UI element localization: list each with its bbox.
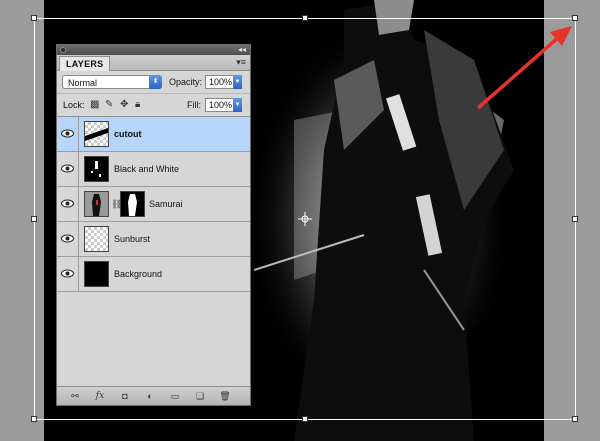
blend-mode-value: Normal [68, 78, 98, 88]
tab-layers[interactable]: LAYERS [59, 56, 111, 71]
layer-thumbnail [84, 226, 109, 252]
collapse-icon[interactable]: ◂◂ [238, 45, 246, 55]
transform-handle-bottom-center[interactable] [302, 416, 308, 422]
visibility-toggle[interactable] [57, 187, 79, 221]
transform-handle-bottom-left[interactable] [31, 416, 37, 422]
layer-row-black-and-white[interactable]: Black and White [57, 152, 250, 187]
layer-name: Sunburst [114, 234, 151, 244]
lock-transparency-icon[interactable]: ▩ [90, 99, 99, 111]
transform-handle-middle-left[interactable] [31, 216, 37, 222]
eye-icon [61, 199, 74, 208]
lock-paint-icon[interactable]: ✎ [105, 99, 113, 111]
lock-fill-row: Lock: ▩ ✎ ✥ 🔒︎ Fill: 100% ▼ [57, 94, 250, 117]
layer-thumbnail [84, 121, 109, 147]
fx-icon[interactable]: fx [94, 390, 106, 402]
layer-row-cutout[interactable]: cutout [57, 117, 250, 152]
transform-handle-top-center[interactable] [302, 15, 308, 21]
lock-all-icon[interactable]: 🔒︎ [135, 99, 140, 111]
adjustment-icon[interactable]: ◐ [144, 390, 156, 402]
eye-icon [61, 269, 74, 278]
panel-menu-icon[interactable]: ▾≡ [236, 57, 246, 68]
opacity-value: 100% [209, 77, 233, 87]
lock-position-icon[interactable]: ✥ [120, 99, 128, 111]
link-layers-icon[interactable]: ⚯ [69, 390, 81, 402]
transform-handle-top-right[interactable] [572, 15, 578, 21]
fill-field[interactable]: 100% ▼ [205, 98, 242, 112]
transform-handle-middle-right[interactable] [572, 216, 578, 222]
layer-thumbnail [84, 156, 109, 182]
layer-name: Background [114, 269, 163, 279]
layer-name: cutout [114, 129, 142, 139]
updown-arrow-icon: ⬍ [149, 75, 162, 89]
panel-tab-row: LAYERS ▾≡ [57, 55, 250, 71]
fill-value: 100% [209, 100, 233, 110]
visibility-toggle[interactable] [57, 257, 79, 291]
transform-handle-bottom-right[interactable] [572, 416, 578, 422]
layer-mask-thumbnail[interactable] [120, 191, 145, 217]
layer-thumbnail [84, 191, 109, 217]
layers-panel: ◂◂ LAYERS ▾≡ Normal ⬍ Opacity: 100% ▼ Lo… [56, 44, 251, 406]
opacity-label: Opacity: [169, 77, 203, 87]
transform-center-point-icon[interactable] [298, 212, 312, 226]
close-icon[interactable] [60, 47, 66, 53]
opacity-field[interactable]: 100% ▼ [205, 75, 242, 89]
new-layer-icon[interactable]: ❏ [194, 390, 206, 402]
lock-label: Lock: [63, 100, 85, 110]
panel-titlebar[interactable]: ◂◂ [57, 45, 250, 55]
panel-bottom-toolbar: ⚯ fx ◘ ◐ ▭ ❏ 🗑︎ [57, 386, 250, 405]
layer-row-background[interactable]: Background [57, 257, 250, 292]
visibility-toggle[interactable] [57, 117, 79, 151]
eye-icon [61, 129, 74, 138]
eye-icon [61, 164, 74, 173]
trash-icon[interactable]: 🗑︎ [219, 390, 231, 402]
folder-icon[interactable]: ▭ [169, 390, 181, 402]
visibility-toggle[interactable] [57, 222, 79, 256]
mask-icon[interactable]: ◘ [119, 390, 131, 402]
transform-handle-top-left[interactable] [31, 15, 37, 21]
chevron-down-icon[interactable]: ▼ [233, 98, 242, 112]
layer-row-samurai[interactable]: ⛓︎ Samurai [57, 187, 250, 222]
blend-opacity-row: Normal ⬍ Opacity: 100% ▼ [57, 71, 250, 94]
chevron-down-icon[interactable]: ▼ [233, 75, 242, 89]
layer-row-sunburst[interactable]: Sunburst [57, 222, 250, 257]
layer-name: Samurai [149, 199, 183, 209]
layer-thumbnail [84, 261, 109, 287]
visibility-toggle[interactable] [57, 152, 79, 186]
eye-icon [61, 234, 74, 243]
layer-name: Black and White [114, 164, 180, 174]
fill-label: Fill: [187, 100, 201, 110]
blend-mode-select[interactable]: Normal ⬍ [62, 75, 162, 89]
